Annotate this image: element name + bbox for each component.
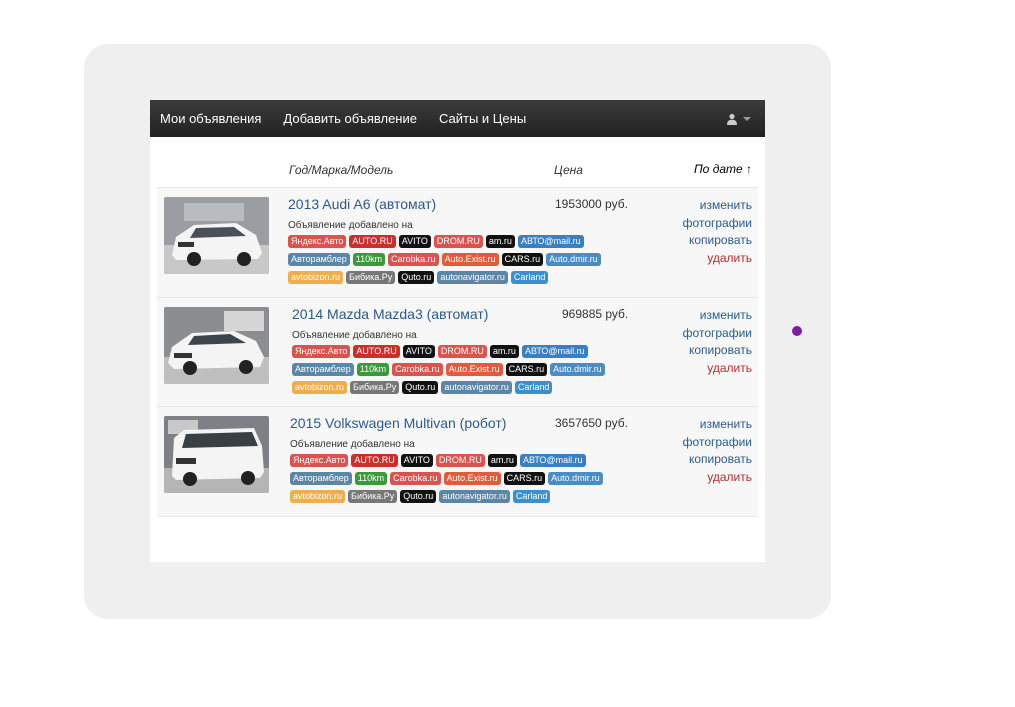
site-badge[interactable]: am.ru [487, 454, 517, 467]
site-badge[interactable]: DROM.RU [433, 235, 483, 248]
table-row: 2015 Volkswagen Multivan (робот) 3657650… [157, 407, 758, 517]
site-badge[interactable]: CARS.ru [503, 472, 546, 485]
car-photo[interactable] [164, 307, 269, 384]
site-badge[interactable]: Carland [510, 271, 549, 284]
top-navbar: Мои объявления Добавить объявление Сайты… [150, 100, 765, 137]
site-badge[interactable]: Carland [514, 381, 553, 394]
site-badge[interactable]: avtobizon.ru [292, 381, 348, 394]
site-badge[interactable]: DROM.RU [435, 454, 485, 467]
delete-link[interactable]: удалить [683, 469, 752, 487]
delete-link[interactable]: удалить [683, 360, 752, 378]
site-badge[interactable]: Auto.dmir.ru [546, 253, 601, 266]
copy-link[interactable]: копировать [683, 451, 752, 469]
site-badge[interactable]: Quto.ru [402, 381, 439, 394]
column-header-price: Цена [554, 163, 583, 177]
site-badges: Яндекс.Авто AUTO.RU AVITO DROM.RU am.ru АВТО@… [288, 235, 618, 284]
site-badge[interactable]: 110km [352, 253, 386, 266]
edit-link[interactable]: изменить [683, 307, 752, 325]
site-badge[interactable]: 110km [356, 363, 390, 376]
site-badge[interactable]: AVITO [402, 345, 435, 358]
site-badge[interactable]: Quto.ru [400, 490, 437, 503]
site-badge[interactable]: Авторамблер [292, 363, 354, 376]
listings-table: Год/Марка/Модель Цена По дате ↑ 2013 Aud… [157, 137, 758, 517]
site-badge[interactable]: autonavigator.ru [437, 271, 508, 284]
listing-price: 3657650 руб. [555, 416, 628, 430]
site-badge[interactable]: АВТО@mail.ru [517, 235, 584, 248]
site-badge[interactable]: CARS.ru [501, 253, 544, 266]
site-badge[interactable]: AUTO.RU [351, 454, 398, 467]
site-badge[interactable]: avtobizon.ru [288, 271, 344, 284]
site-badge[interactable]: Carobka.ru [390, 472, 441, 485]
site-badge[interactable]: am.ru [489, 345, 519, 358]
site-badge[interactable]: AVITO [400, 454, 433, 467]
column-header-model: Год/Марка/Модель [289, 163, 394, 177]
listing-added-label: Объявление добавлено на [292, 330, 417, 341]
edit-link[interactable]: изменить [683, 416, 752, 434]
listing-title[interactable]: 2014 Mazda Mazda3 (автомат) [292, 306, 488, 322]
listing-title[interactable]: 2013 Audi A6 (автомат) [288, 196, 436, 212]
site-badge[interactable]: Carobka.ru [392, 363, 443, 376]
site-badge[interactable]: Carland [512, 490, 551, 503]
site-badge[interactable]: Auto.Exist.ru [443, 472, 501, 485]
table-header: Год/Марка/Модель Цена По дате ↑ [157, 137, 758, 188]
site-badge[interactable]: Auto.Exist.ru [441, 253, 499, 266]
delete-link[interactable]: удалить [683, 250, 752, 268]
site-badge[interactable]: Quto.ru [398, 271, 435, 284]
row-actions: изменить фотографии копировать удалить [683, 307, 752, 377]
site-badge[interactable]: autonavigator.ru [439, 490, 510, 503]
nav-sites-prices[interactable]: Сайты и Цены [428, 100, 537, 137]
listing-price: 969885 руб. [562, 307, 629, 321]
site-badge[interactable]: Auto.dmir.ru [550, 363, 605, 376]
site-badge[interactable]: 110km [354, 472, 388, 485]
listing-title[interactable]: 2015 Volkswagen Multivan (робот) [290, 415, 506, 431]
site-badge[interactable]: Яндекс.Авто [292, 345, 351, 358]
site-badge[interactable]: avtobizon.ru [290, 490, 346, 503]
listing-added-label: Объявление добавлено на [290, 439, 415, 450]
table-row: 2014 Mazda Mazda3 (автомат) 969885 руб. … [157, 298, 758, 407]
nav-my-listings[interactable]: Мои объявления [150, 100, 272, 137]
sort-by-date[interactable]: По дате ↑ [694, 162, 752, 176]
site-badge[interactable]: Auto.Exist.ru [445, 363, 503, 376]
app-screen: Мои объявления Добавить объявление Сайты… [150, 100, 765, 562]
site-badge[interactable]: DROM.RU [437, 345, 487, 358]
site-badges: Яндекс.Авто AUTO.RU AVITO DROM.RU am.ru АВТО@… [290, 454, 620, 503]
user-menu[interactable] [726, 100, 751, 137]
site-badge[interactable]: Carobka.ru [388, 253, 439, 266]
photos-link[interactable]: фотографии [683, 325, 752, 343]
row-actions: изменить фотографии копировать удалить [683, 416, 752, 486]
site-badge[interactable]: Яндекс.Авто [288, 235, 347, 248]
site-badge[interactable]: Бибика.Ру [346, 271, 396, 284]
site-badges: Яндекс.Авто AUTO.RU AVITO DROM.RU am.ru АВТО@… [292, 345, 622, 394]
user-icon [727, 113, 737, 125]
site-badge[interactable]: am.ru [485, 235, 515, 248]
site-badge[interactable]: AUTO.RU [353, 345, 400, 358]
site-badge[interactable]: АВТО@mail.ru [521, 345, 588, 358]
site-badge[interactable]: CARS.ru [505, 363, 548, 376]
site-badge[interactable]: AVITO [398, 235, 431, 248]
car-photo[interactable] [164, 197, 269, 274]
site-badge[interactable]: autonavigator.ru [441, 381, 512, 394]
listing-added-label: Объявление добавлено на [288, 220, 413, 231]
nav-add-listing[interactable]: Добавить объявление [272, 100, 428, 137]
copy-link[interactable]: копировать [683, 232, 752, 250]
indicator-dot [792, 326, 802, 336]
photos-link[interactable]: фотографии [683, 434, 752, 452]
edit-link[interactable]: изменить [683, 197, 752, 215]
car-photo[interactable] [164, 416, 269, 493]
copy-link[interactable]: копировать [683, 342, 752, 360]
chevron-down-icon [743, 116, 751, 121]
site-badge[interactable]: Авторамблер [290, 472, 352, 485]
site-badge[interactable]: AUTO.RU [349, 235, 396, 248]
site-badge[interactable]: Авторамблер [288, 253, 350, 266]
row-actions: изменить фотографии копировать удалить [683, 197, 752, 267]
photos-link[interactable]: фотографии [683, 215, 752, 233]
table-row: 2013 Audi A6 (автомат) 1953000 руб. Объя… [157, 188, 758, 298]
listing-price: 1953000 руб. [555, 197, 628, 211]
site-badge[interactable]: Яндекс.Авто [290, 454, 349, 467]
site-badge[interactable]: Бибика.Ру [348, 490, 398, 503]
site-badge[interactable]: АВТО@mail.ru [519, 454, 586, 467]
site-badge[interactable]: Бибика.Ру [350, 381, 400, 394]
site-badge[interactable]: Auto.dmir.ru [548, 472, 603, 485]
